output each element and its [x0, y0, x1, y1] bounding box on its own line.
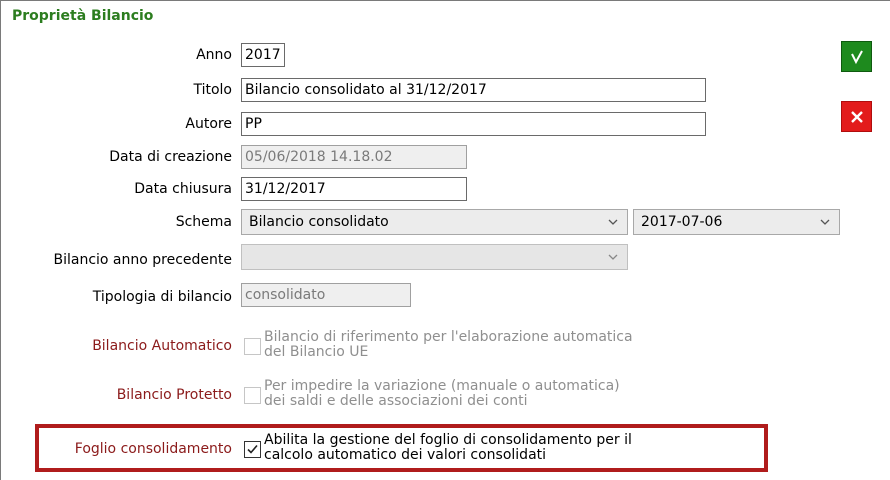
data-chiusura-input[interactable]: 31/12/2017 — [241, 177, 467, 201]
schema-label: Schema — [175, 214, 232, 230]
bilancio-protetto-checkbox[interactable] — [244, 387, 261, 404]
description-line: Per impedire la variazione (manuale o au… — [264, 378, 620, 394]
schema-version-value: 2017-07-06 — [641, 214, 723, 230]
properties-panel: Proprietà Bilancio Anno 2017 Titolo Bila… — [0, 0, 890, 480]
bilancio-protetto-description: Per impedire la variazione (manuale o au… — [264, 379, 620, 409]
chevron-down-icon — [608, 219, 618, 225]
description-line: dei saldi e delle associazioni dei conti — [264, 393, 528, 409]
confirm-button[interactable] — [841, 41, 872, 72]
section-title: Proprietà Bilancio — [12, 8, 154, 24]
description-line: Bilancio di riferimento per l'elaborazio… — [264, 329, 633, 345]
autore-input[interactable]: PP — [241, 112, 706, 136]
description-line: calcolo automatico dei valori consolidat… — [264, 447, 547, 463]
bilancio-precedente-label: Bilancio anno precedente — [53, 252, 232, 268]
bilancio-automatico-checkbox[interactable] — [244, 338, 261, 355]
anno-input[interactable]: 2017 — [241, 43, 285, 67]
foglio-consolidamento-label: Foglio consolidamento — [74, 441, 232, 457]
bilancio-automatico-label: Bilancio Automatico — [92, 338, 232, 354]
bilancio-protetto-label: Bilancio Protetto — [116, 387, 232, 403]
data-creazione-input: 05/06/2018 14.18.02 — [241, 145, 467, 169]
bilancio-automatico-description: Bilancio di riferimento per l'elaborazio… — [264, 330, 633, 360]
check-icon — [247, 444, 258, 454]
data-chiusura-label: Data chiusura — [134, 181, 232, 197]
close-icon — [850, 110, 863, 123]
foglio-consolidamento-description: Abilita la gestione del foglio di consol… — [264, 433, 632, 463]
description-line: Abilita la gestione del foglio di consol… — [264, 432, 632, 448]
titolo-input[interactable]: Bilancio consolidato al 31/12/2017 — [241, 78, 706, 102]
tipologia-label: Tipologia di bilancio — [92, 289, 232, 305]
autore-label: Autore — [185, 116, 232, 132]
schema-version-select[interactable]: 2017-07-06 — [633, 209, 840, 235]
chevron-down-icon — [608, 254, 618, 260]
titolo-label: Titolo — [193, 82, 232, 98]
schema-select[interactable]: Bilancio consolidato — [241, 209, 628, 235]
bilancio-precedente-select — [241, 244, 628, 270]
foglio-consolidamento-checkbox[interactable] — [244, 441, 261, 458]
anno-label: Anno — [196, 47, 232, 63]
cancel-button[interactable] — [841, 101, 872, 132]
chevron-down-icon — [820, 219, 830, 225]
tipologia-input: consolidato — [241, 283, 411, 307]
data-creazione-label: Data di creazione — [109, 149, 232, 165]
check-icon — [850, 50, 863, 64]
description-line: del Bilancio UE — [264, 344, 369, 360]
schema-select-value: Bilancio consolidato — [249, 214, 389, 230]
